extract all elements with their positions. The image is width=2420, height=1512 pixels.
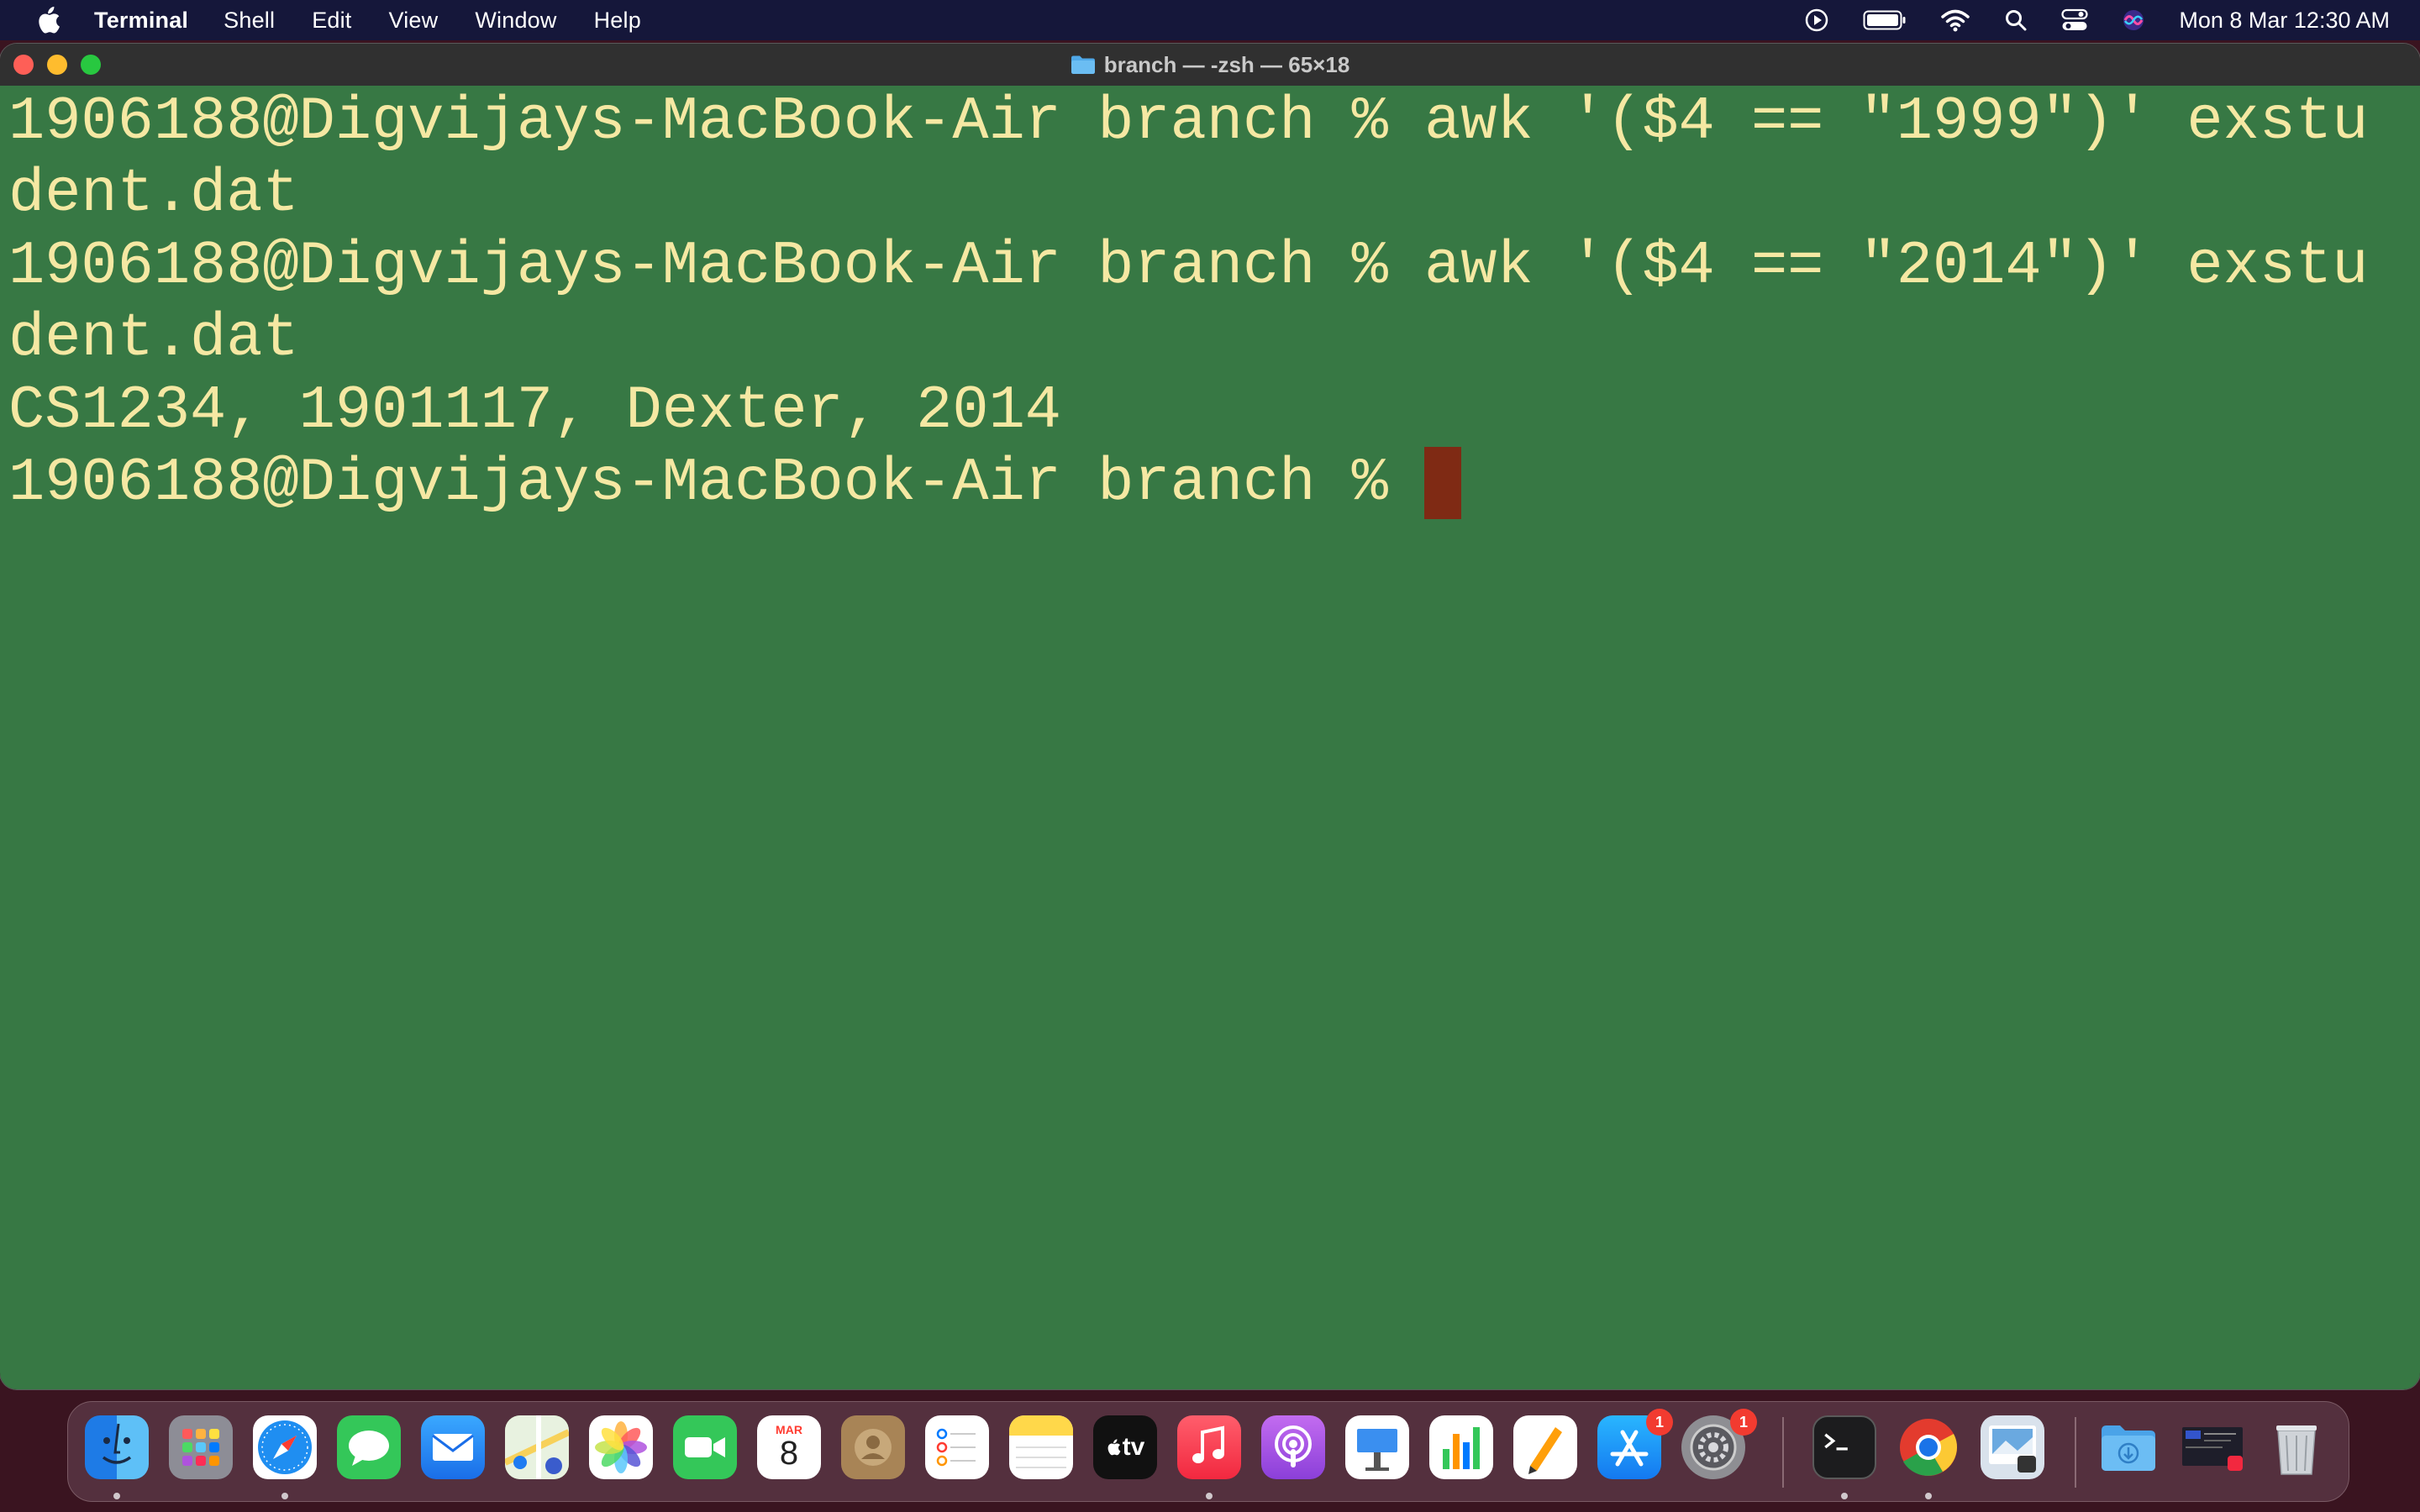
chrome-icon[interactable] [1897, 1415, 1960, 1479]
terminal-prompt-line: 1906188@Digvijays-MacBook-Air branch % [8, 447, 2420, 519]
menu-help[interactable]: Help [594, 8, 641, 34]
reminders-icon[interactable] [925, 1415, 989, 1479]
calendar-day: 8 [779, 1435, 799, 1472]
pages-icon[interactable] [1513, 1415, 1577, 1479]
launchpad-icon[interactable] [169, 1415, 233, 1479]
apple-tv-label: tv [1122, 1433, 1145, 1461]
notes-icon[interactable] [1009, 1415, 1073, 1479]
menu-clock[interactable]: Mon 8 Mar 12:30 AM [2179, 8, 2390, 34]
photos-icon[interactable] [589, 1415, 653, 1479]
numbers-icon[interactable] [1429, 1415, 1493, 1479]
window-title: branch — -zsh — 65×18 [1071, 51, 1350, 78]
app-store-badge: 1 [1646, 1409, 1673, 1436]
window-title-text: branch — -zsh — 65×18 [1103, 51, 1350, 77]
folder-icon [1071, 55, 1096, 75]
running-indicator [281, 1493, 288, 1499]
terminal-cursor [1424, 447, 1462, 519]
terminal-line: 1906188@Digvijays-MacBook-Air branch % a… [8, 87, 2369, 156]
control-center-icon[interactable] [2061, 8, 2088, 32]
dock: MAR 8 tv 1 1 [67, 1401, 2349, 1502]
terminal-line: dent.dat [8, 160, 299, 228]
terminal-line: dent.dat [8, 304, 299, 373]
menu-bar: Terminal Shell Edit View Window Help Mon… [0, 0, 2420, 40]
preview-icon[interactable] [1981, 1415, 2044, 1479]
calendar-icon[interactable]: MAR 8 [757, 1415, 821, 1479]
terminal-line: 1906188@Digvijays-MacBook-Air branch % a… [8, 232, 2369, 301]
spotlight-search-icon[interactable] [2004, 8, 2028, 32]
terminal-prompt: 1906188@Digvijays-MacBook-Air branch % [8, 449, 1425, 517]
traffic-lights [13, 55, 114, 75]
contacts-icon[interactable] [841, 1415, 905, 1479]
finder-icon[interactable] [85, 1415, 149, 1479]
battery-icon[interactable] [1863, 9, 1907, 31]
facetime-icon[interactable] [673, 1415, 737, 1479]
running-indicator [1925, 1493, 1932, 1499]
wifi-icon[interactable] [1940, 8, 1970, 32]
dock-separator [2075, 1417, 2076, 1488]
messages-icon[interactable] [337, 1415, 401, 1479]
mail-icon[interactable] [421, 1415, 485, 1479]
keynote-icon[interactable] [1345, 1415, 1409, 1479]
menu-view[interactable]: View [389, 8, 439, 34]
terminal-output[interactable]: 1906188@Digvijays-MacBook-Air branch % a… [0, 86, 2420, 1389]
menu-window[interactable]: Window [475, 8, 556, 34]
close-button[interactable] [13, 55, 34, 75]
window-titlebar[interactable]: branch — -zsh — 65×18 [0, 44, 2420, 87]
zoom-button[interactable] [81, 55, 101, 75]
apple-tv-icon[interactable]: tv [1093, 1415, 1157, 1479]
running-indicator [1206, 1493, 1213, 1499]
music-icon[interactable] [1177, 1415, 1241, 1479]
running-indicator [1841, 1493, 1848, 1499]
terminal-app-icon[interactable] [1812, 1415, 1876, 1479]
minimized-window-icon[interactable] [2181, 1415, 2244, 1479]
terminal-window: branch — -zsh — 65×18 1906188@Digvijays-… [0, 44, 2420, 1389]
menu-edit[interactable]: Edit [312, 8, 351, 34]
system-preferences-badge: 1 [1730, 1409, 1757, 1436]
now-playing-icon[interactable] [1804, 8, 1829, 33]
running-indicator [113, 1493, 120, 1499]
minimize-button[interactable] [47, 55, 67, 75]
trash-icon[interactable] [2265, 1415, 2328, 1479]
podcasts-icon[interactable] [1261, 1415, 1325, 1479]
menu-app-terminal[interactable]: Terminal [94, 8, 188, 34]
dock-separator [1782, 1417, 1784, 1488]
terminal-line: CS1234, 1901117, Dexter, 2014 [8, 376, 1062, 445]
maps-icon[interactable] [505, 1415, 569, 1479]
downloads-folder-icon[interactable] [2096, 1415, 2160, 1479]
menu-shell[interactable]: Shell [224, 8, 275, 34]
apple-menu-icon[interactable] [35, 6, 60, 34]
siri-icon[interactable] [2122, 8, 2145, 32]
safari-icon[interactable] [253, 1415, 317, 1479]
